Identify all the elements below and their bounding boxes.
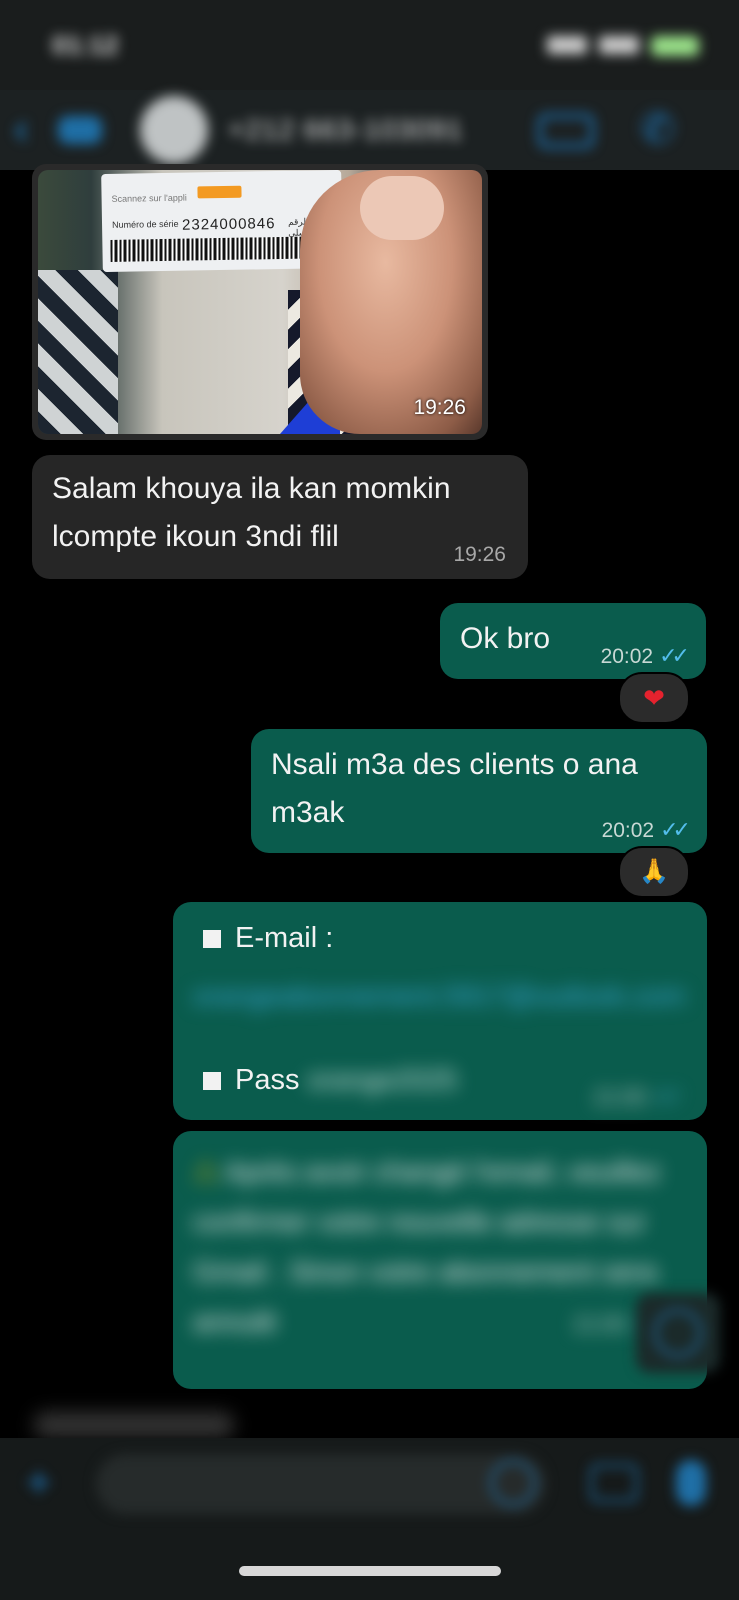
contact-name[interactable]: +212 663-103091 [228, 114, 463, 146]
email-row: E-mail : [203, 922, 333, 955]
avatar[interactable] [140, 96, 208, 164]
heart-reaction-icon[interactable]: ❤ [618, 672, 690, 724]
incoming-message[interactable]: Salam khouya ila kan momkin lcompte ikou… [32, 455, 528, 579]
photo-floor-tiles [38, 270, 118, 434]
bullet-square-icon [203, 1072, 221, 1091]
read-receipt-icon: ✓✓ [659, 643, 690, 668]
message-time: 19:26 [413, 396, 466, 419]
message-time-status: 20:02 ✓✓ [601, 817, 691, 843]
message-time: 21:00 [573, 1313, 627, 1336]
photo-thumbnail-nail [360, 176, 444, 240]
message-time: 19:26 [453, 543, 506, 566]
video-call-icon[interactable] [538, 114, 594, 148]
plus-icon[interactable]: + [26, 1458, 52, 1508]
card-badge [197, 185, 242, 199]
image-message[interactable]: Scannez sur l'appli Numéro de série 2324… [32, 164, 488, 440]
scroll-down-button[interactable] [636, 1293, 720, 1373]
status-time: 01:12 [52, 30, 119, 60]
credentials-message[interactable]: E-mail : orangeabonnement.5917@outlook.c… [173, 902, 707, 1120]
warning-text: Après avoir changé l'email, veuillez con… [193, 1156, 661, 1337]
microphone-icon[interactable] [676, 1460, 706, 1506]
message-time: 20:02 [601, 819, 655, 842]
wifi-icon [599, 36, 639, 54]
chevron-left-icon[interactable]: ‹ [14, 104, 29, 154]
message-time: 20:02 [600, 645, 654, 668]
signal-icon [547, 36, 587, 54]
card-serial-number: 2324000846 [181, 215, 276, 234]
message-line: Nsali m3a des clients o ana [271, 748, 638, 781]
read-receipt-icon: ✓✓ [652, 1084, 683, 1109]
home-indicator [239, 1566, 501, 1576]
camera-icon[interactable] [590, 1464, 638, 1502]
message-line: lcompte ikoun 3ndi flil [52, 520, 339, 553]
message-composer: + [0, 1438, 739, 1600]
bullet-square-icon [203, 930, 221, 949]
warning-message[interactable]: ⚠ Après avoir changé l'email, veuillez c… [173, 1131, 707, 1389]
unread-count-badge[interactable] [58, 116, 102, 144]
status-icons [547, 36, 699, 56]
phone-icon[interactable]: ✆ [640, 104, 675, 153]
outgoing-message[interactable]: Nsali m3a des clients o ana m3ak 20:02 ✓✓ [251, 729, 707, 853]
email-label: E-mail : [235, 922, 334, 954]
read-receipt-icon: ✓✓ [660, 817, 691, 842]
outgoing-message[interactable]: Ok bro 20:02 ✓✓ [440, 603, 706, 679]
status-bar: 01:12 [0, 0, 739, 90]
battery-icon [651, 36, 699, 56]
email-link[interactable]: orangeabonnement.5917@outlook.com [193, 972, 685, 1020]
password-row: Pass orange2025 [203, 1064, 457, 1097]
photo[interactable]: Scannez sur l'appli Numéro de série 2324… [38, 170, 482, 434]
message-line: Salam khouya ila kan momkin [52, 472, 451, 505]
message-time-status: 21:00✓✓ [593, 1084, 683, 1110]
password-value: orange2025 [307, 1064, 457, 1095]
sticker-icon[interactable] [490, 1460, 536, 1506]
typing-indicator [34, 1412, 234, 1438]
password-label: Pass [235, 1064, 300, 1096]
message-time-status: 20:02 ✓✓ [600, 643, 690, 669]
message-time: 21:00 [593, 1086, 647, 1109]
chat-header: ‹ +212 663-103091 ✆ [0, 90, 739, 170]
warning-icon: ⚠ [193, 1156, 219, 1187]
pray-reaction-icon[interactable]: 🙏 [618, 846, 690, 898]
message-input[interactable] [96, 1454, 546, 1514]
card-serial-label: Numéro de série [111, 218, 179, 230]
scroll-down-icon [654, 1309, 702, 1357]
